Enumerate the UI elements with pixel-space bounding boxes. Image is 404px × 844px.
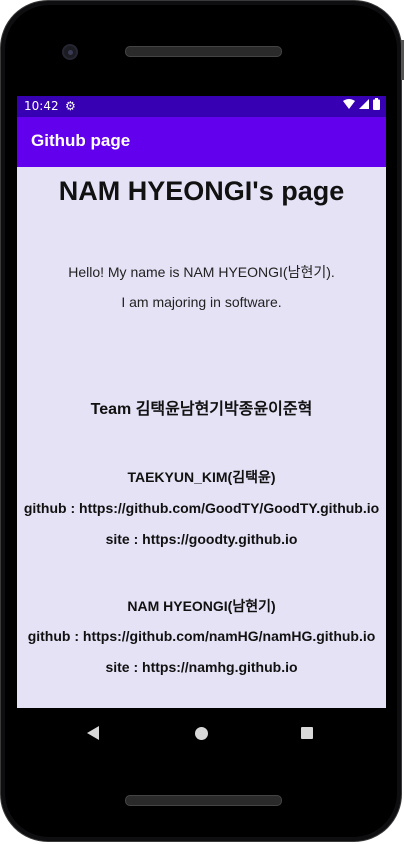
navigation-bar [17, 708, 386, 763]
status-icons [343, 98, 380, 110]
app-bar: Github page [17, 117, 386, 167]
member-site-link[interactable]: site : https://goodty.github.io [17, 531, 386, 547]
intro-name: Hello! My name is NAM HYEONGI(남현기). [68, 264, 335, 280]
cell-signal-icon [359, 99, 369, 109]
member-name: TAEKYUN_KIM(김택윤) [127, 469, 276, 485]
status-bar: 10:42 ⚙ [17, 96, 386, 117]
recents-square-icon[interactable] [301, 727, 313, 739]
device-screen: 10:42 ⚙ Github page NAM HYEONGI's page H… [17, 96, 386, 763]
app-bar-title: Github page [31, 131, 131, 150]
phone-frame: 10:42 ⚙ Github page NAM HYEONGI's page H… [0, 0, 402, 842]
top-speaker [125, 46, 282, 57]
back-triangle-icon[interactable] [87, 726, 99, 740]
intro-major: I am majoring in software. [121, 294, 282, 310]
status-time: 10:42 [24, 99, 59, 113]
gear-icon: ⚙ [65, 99, 76, 113]
team-title: Team 김택윤남현기박종윤이준혁 [90, 401, 313, 418]
member-github-link[interactable]: github : https://github.com/GoodTY/GoodT… [17, 500, 386, 516]
bottom-speaker [125, 795, 282, 806]
front-camera [62, 44, 78, 60]
member-github-link[interactable]: github : https://github.com/namHG/namHG.… [17, 628, 386, 644]
home-circle-icon[interactable] [195, 727, 208, 740]
member-site-link[interactable]: site : https://namhg.github.io [17, 659, 386, 675]
battery-icon [373, 98, 380, 110]
page-content[interactable]: NAM HYEONGI's page Hello! My name is NAM… [17, 167, 386, 708]
wifi-icon [343, 99, 355, 109]
page-heading: NAM HYEONGI's page [58, 176, 345, 206]
member-name: NAM HYEONGI(남현기) [127, 598, 276, 614]
